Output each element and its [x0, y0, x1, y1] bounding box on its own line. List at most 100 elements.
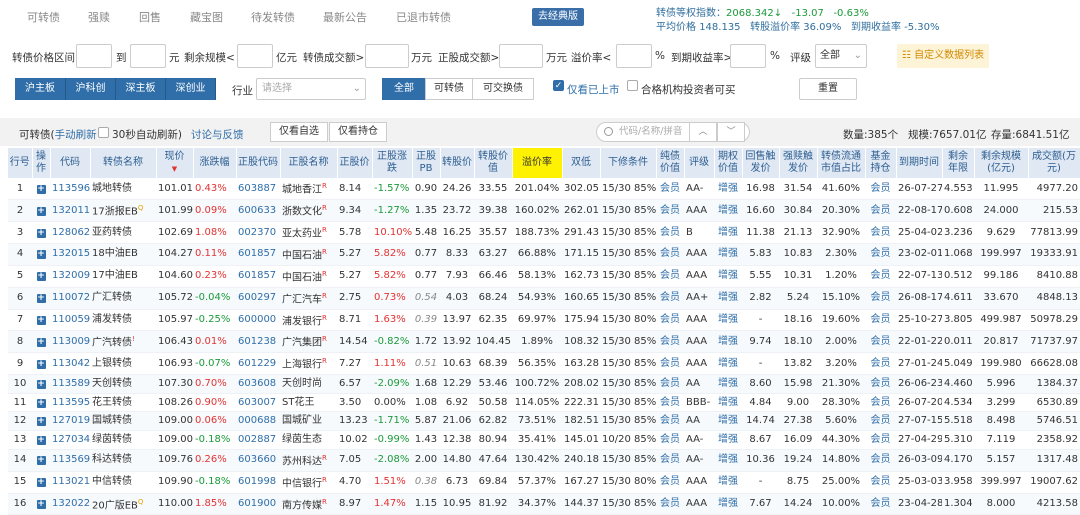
fund-holding-link[interactable]: 会员	[865, 393, 896, 413]
fund-holding-link[interactable]: 会员	[865, 493, 896, 515]
qualified-investor-checkbox[interactable]	[627, 80, 638, 91]
stock-name-cell[interactable]: 国城矿业	[280, 411, 337, 432]
column-header[interactable]: 溢价率	[512, 148, 563, 178]
fund-holding-link[interactable]: 会员	[865, 330, 896, 354]
listed-only-checkbox[interactable]: ✓	[553, 80, 564, 91]
table-row[interactable]: 9 +113042上银转债106.930-0.07%601229上海银行R7.27…	[8, 352, 1080, 376]
option-value-link[interactable]: 增强	[714, 352, 742, 376]
table-row[interactable]: 16+13202220广版EBQ110.0001.85%601900南方传媒R8…	[8, 493, 1080, 515]
bond-value-member-link[interactable]: 会员	[656, 243, 684, 266]
bond-name-cell[interactable]: 17浙报EBQ	[90, 199, 156, 222]
classic-version-button[interactable]: 去经典版	[532, 8, 584, 26]
stock-name-cell[interactable]: 绿茵生态	[280, 430, 337, 450]
stock-name-cell[interactable]: 中国石油R	[280, 243, 337, 266]
add-watchlist-button[interactable]: +	[32, 309, 50, 332]
column-header[interactable]: 代码	[50, 148, 91, 178]
column-header[interactable]: 纯债价值	[656, 148, 685, 178]
option-value-link[interactable]: 增强	[714, 430, 742, 450]
column-header[interactable]: 回售触发价	[742, 148, 780, 178]
stock-name-cell[interactable]: 南方传媒R	[280, 493, 337, 515]
tab-delisted[interactable]: 已退市转债	[396, 9, 451, 25]
bond-value-member-link[interactable]: 会员	[656, 178, 684, 200]
fund-holding-link[interactable]: 会员	[865, 374, 896, 394]
bond-value-member-link[interactable]: 会员	[656, 430, 684, 450]
table-row[interactable]: 4 +13201518中油EB104.2700.11%601857中国石油R5.2…	[8, 243, 1080, 266]
column-header[interactable]: 操作	[32, 148, 51, 178]
type-convertible-button[interactable]: 可转债	[425, 78, 473, 100]
column-header[interactable]: 正股名称	[280, 148, 338, 178]
type-all-button[interactable]: 全部	[382, 78, 426, 100]
bond-code-link[interactable]: 113589	[50, 374, 90, 394]
option-value-link[interactable]: 增强	[714, 471, 742, 494]
bond-name-cell[interactable]: 广汽转债!	[90, 330, 156, 354]
add-watchlist-button[interactable]: +	[32, 411, 50, 432]
market-sz-main-button[interactable]: 深主板	[116, 78, 166, 100]
column-header[interactable]: 期权价值	[714, 148, 743, 178]
bond-name-cell[interactable]: 20广版EBQ	[90, 493, 156, 515]
table-row[interactable]: 13 +127034绿茵转债109.000-0.18%002887绿茵生态10.0…	[8, 430, 1080, 450]
remaining-scale-input[interactable]	[237, 44, 273, 68]
bond-name-cell[interactable]: 18中油EB	[90, 243, 156, 266]
bond-name-cell[interactable]: 上银转债	[90, 352, 156, 376]
column-header[interactable]: 到期时间	[896, 148, 943, 178]
bond-name-cell[interactable]: 绿茵转债	[90, 430, 156, 450]
stock-name-cell[interactable]: 中国石油R	[280, 265, 337, 288]
column-header[interactable]: 正股代码	[236, 148, 281, 178]
stock-code-link[interactable]: 603007	[236, 393, 280, 413]
fund-holding-link[interactable]: 会员	[865, 287, 896, 310]
column-header[interactable]: 剩余规模(亿元)	[974, 148, 1029, 178]
bond-value-member-link[interactable]: 会员	[656, 287, 684, 310]
stock-name-cell[interactable]: 上海银行R	[280, 352, 337, 376]
column-header[interactable]: 转股价	[440, 148, 475, 178]
add-watchlist-button[interactable]: +	[32, 471, 50, 494]
bond-name-cell[interactable]: 城地转债	[90, 178, 156, 200]
fund-holding-link[interactable]: 会员	[865, 178, 896, 200]
column-header[interactable]: 涨跌幅	[193, 148, 237, 178]
stock-code-link[interactable]: 601857	[236, 243, 280, 266]
table-row[interactable]: 1 +113596城地转债101.0100.43%603887城地香江R8.14-…	[8, 178, 1080, 200]
bond-value-member-link[interactable]: 会员	[656, 411, 684, 432]
bond-code-link[interactable]: 113569	[50, 449, 90, 472]
column-header[interactable]: 行号	[8, 148, 33, 178]
option-value-link[interactable]: 增强	[714, 411, 742, 432]
bond-value-member-link[interactable]: 会员	[656, 330, 684, 354]
stock-name-cell[interactable]: 中信银行R	[280, 471, 337, 494]
option-value-link[interactable]: 增强	[714, 199, 742, 222]
only-holdings-button[interactable]: 仅看持仓	[329, 122, 387, 142]
chevron-down-icon[interactable]: ﹀	[717, 122, 745, 142]
add-watchlist-button[interactable]: +	[32, 287, 50, 310]
stock-volume-input[interactable]	[499, 44, 543, 68]
fund-holding-link[interactable]: 会员	[865, 221, 896, 244]
table-row[interactable]: 14 +113569科达转债109.7600.26%603660苏州科达R7.05…	[8, 449, 1080, 472]
market-sz-gem-button[interactable]: 深创业	[166, 78, 216, 100]
tab-putback[interactable]: 回售	[139, 9, 161, 25]
option-value-link[interactable]: 增强	[714, 309, 742, 332]
ytm-input[interactable]	[730, 44, 766, 68]
option-value-link[interactable]: 增强	[714, 265, 742, 288]
bond-code-link[interactable]: 113596	[50, 178, 90, 200]
tab-announcements[interactable]: 最新公告	[323, 9, 367, 25]
stock-code-link[interactable]: 002370	[236, 221, 280, 244]
add-watchlist-button[interactable]: +	[32, 374, 50, 394]
tab-treasure-map[interactable]: 藏宝图	[190, 9, 223, 25]
add-watchlist-button[interactable]: +	[32, 265, 50, 288]
fund-holding-link[interactable]: 会员	[865, 309, 896, 332]
chevron-up-icon[interactable]: ︿	[689, 122, 717, 142]
table-row[interactable]: 6 +110072广汇转债105.720-0.04%600297广汇汽车R2.75…	[8, 287, 1080, 310]
bond-name-cell[interactable]: 广汇转债	[90, 287, 156, 310]
bond-value-member-link[interactable]: 会员	[656, 221, 684, 244]
bond-volume-input[interactable]	[365, 44, 409, 68]
bond-code-link[interactable]: 110072	[50, 287, 90, 310]
price-max-input[interactable]	[130, 44, 166, 68]
add-watchlist-button[interactable]: +	[32, 243, 50, 266]
table-row[interactable]: 5 +13200917中油EB104.6000.23%601857中国石油R5.2…	[8, 265, 1080, 288]
stock-code-link[interactable]: 603660	[236, 449, 280, 472]
stock-code-link[interactable]: 603608	[236, 374, 280, 394]
add-watchlist-button[interactable]: +	[32, 430, 50, 450]
bond-code-link[interactable]: 132022	[50, 493, 90, 515]
column-header[interactable]: 双低	[562, 148, 601, 178]
option-value-link[interactable]: 增强	[714, 178, 742, 200]
add-watchlist-button[interactable]: +	[32, 449, 50, 472]
bond-code-link[interactable]: 113021	[50, 471, 90, 494]
manual-refresh-link[interactable]: 手动刷新	[55, 129, 97, 141]
